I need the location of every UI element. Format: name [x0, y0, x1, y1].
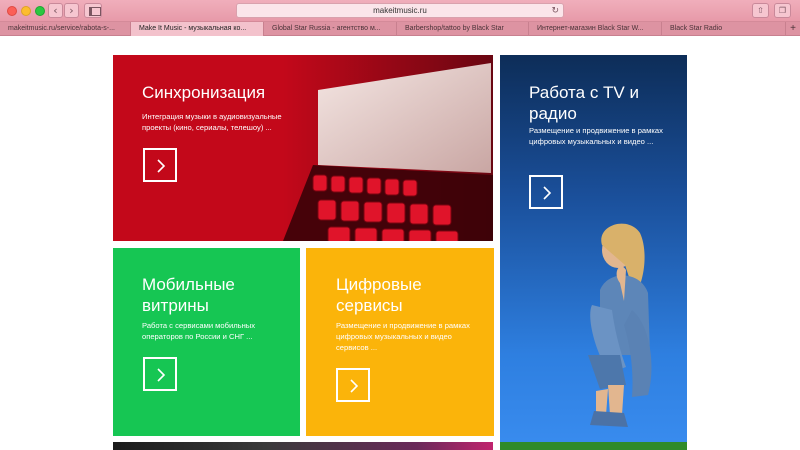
show-tabs-button[interactable]: ❐	[774, 3, 791, 18]
tab-rabota[interactable]: makeitmusic.ru/service/rabota-s-...	[0, 22, 131, 36]
tab-label: Интернет-магазин Black Star W...	[537, 25, 644, 32]
tab-barbershop[interactable]: Barbershop/tattoo by Black Star	[397, 22, 529, 36]
close-window-button[interactable]	[7, 6, 17, 16]
chevron-right-icon: ›	[69, 4, 74, 17]
tile-title: Мобильные витрины	[142, 275, 235, 315]
tile-title: Синхронизация	[142, 83, 266, 102]
tabs-icon: ❐	[778, 6, 787, 15]
tile-next-row-right[interactable]	[500, 442, 687, 450]
tile-description: Интеграция музыки в аудиовизуальные прое…	[142, 112, 282, 132]
tab-shop[interactable]: Интернет-магазин Black Star W...	[529, 22, 662, 36]
chevron-right-icon	[350, 379, 359, 393]
page-content: Синхронизация Интеграция музыки в аудиов…	[0, 37, 800, 450]
tab-label: Black Star Radio	[670, 25, 723, 32]
tab-label: makeitmusic.ru/service/rabota-s-...	[8, 25, 115, 32]
share-icon: ⇧	[757, 6, 764, 15]
tab-label: Barbershop/tattoo by Black Star	[405, 25, 504, 32]
tile-description: Размещение и продвижение в рамках цифров…	[336, 321, 470, 352]
new-tab-button[interactable]: +	[786, 22, 800, 36]
chevron-right-icon	[543, 186, 552, 200]
forward-button[interactable]: ›	[64, 3, 79, 18]
digital-more-button[interactable]	[336, 368, 370, 402]
tab-global-star[interactable]: Global Star Russia - агентство м...	[264, 22, 397, 36]
plus-icon: +	[790, 23, 796, 34]
tile-next-row-left[interactable]	[113, 442, 493, 450]
tab-label: Global Star Russia - агентство м...	[272, 25, 381, 32]
zoom-window-button[interactable]	[35, 6, 45, 16]
tile-description: Работа с сервисами мобильных операторов …	[142, 321, 256, 341]
tab-make-it-music[interactable]: Make It Music - музыкальная ко...	[131, 22, 264, 36]
mobile-more-button[interactable]	[143, 357, 177, 391]
tile-sync[interactable]: Синхронизация Интеграция музыки в аудиов…	[113, 55, 493, 241]
tile-mobile[interactable]: Мобильные витрины Работа с сервисами моб…	[113, 248, 300, 436]
tile-digital[interactable]: Цифровые сервисы Размещение и продвижени…	[306, 248, 494, 436]
tab-label: Make It Music - музыкальная ко...	[139, 25, 247, 32]
tab-bar: makeitmusic.ru/service/rabota-s-... Make…	[0, 22, 800, 36]
minimize-window-button[interactable]	[21, 6, 31, 16]
sync-more-button[interactable]	[143, 148, 177, 182]
chevron-left-icon: ‹	[53, 4, 58, 17]
chevron-right-icon	[157, 368, 166, 382]
sidebar-toggle-button[interactable]	[84, 3, 102, 18]
tile-tv-radio[interactable]: Работа с TV и радио Размещение и продвиж…	[500, 55, 687, 450]
tab-radio[interactable]: Black Star Radio	[662, 22, 786, 36]
address-bar[interactable]: makeitmusic.ru ↻	[236, 3, 564, 18]
tile-title: Цифровые сервисы	[336, 275, 422, 315]
address-text: makeitmusic.ru	[373, 6, 427, 15]
tile-description: Размещение и продвижение в рамках цифров…	[529, 126, 663, 146]
tv-more-button[interactable]	[529, 175, 563, 209]
chevron-right-icon	[157, 159, 166, 173]
reload-icon[interactable]: ↻	[551, 4, 559, 18]
tile-title: Работа с TV и радио	[529, 83, 639, 123]
back-button[interactable]: ‹	[48, 3, 63, 18]
browser-titlebar: ‹ › makeitmusic.ru ↻ ⇧ ❐	[0, 0, 800, 22]
share-button[interactable]: ⇧	[752, 3, 769, 18]
